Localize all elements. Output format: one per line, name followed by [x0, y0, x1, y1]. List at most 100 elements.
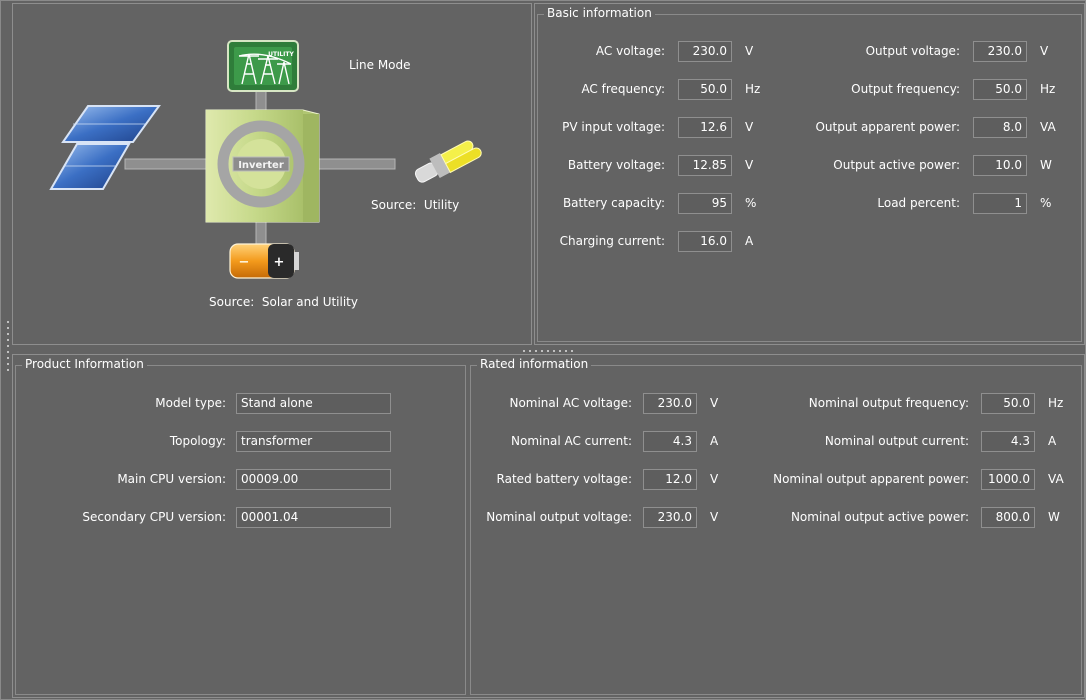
unit-label: Hz [1040, 82, 1056, 96]
field-label: Output voltage: [865, 44, 960, 58]
unit-label: V [745, 120, 754, 134]
product-row: Main CPU version: 00009.00 [13, 469, 413, 491]
nominal-output-active-power-value: 800.0 [981, 507, 1035, 528]
source-bottom-label: Source: Solar and Utility [209, 295, 358, 309]
field-label: Output frequency: [851, 82, 960, 96]
horizontal-splitter-handle[interactable] [521, 349, 577, 353]
field-label: Nominal output voltage: [486, 510, 632, 524]
rated-row: Nominal AC voltage: 230.0 V [470, 393, 760, 415]
field-label: AC voltage: [595, 44, 665, 58]
field-label: Battery voltage: [567, 158, 665, 172]
ac-voltage-value: 230.0 [678, 41, 732, 62]
field-label: Nominal AC current: [511, 434, 632, 448]
topology-value: transformer [236, 431, 391, 452]
basic-row: Output active power: 10.0 W [795, 155, 1085, 177]
field-label: Charging current: [559, 234, 665, 248]
field-label: Nominal output apparent power: [773, 472, 969, 486]
svg-text:−: − [239, 255, 250, 270]
utility-tower-icon: UTILITY [227, 40, 299, 92]
nominal-ac-current-value: 4.3 [643, 431, 697, 452]
bottom-pane: Product Information Model type: Stand al… [12, 354, 1085, 698]
basic-row: Output apparent power: 8.0 VA [795, 117, 1085, 139]
unit-label: A [710, 434, 719, 448]
product-row: Topology: transformer [13, 431, 413, 453]
field-label: PV input voltage: [562, 120, 665, 134]
field-label: Output apparent power: [815, 120, 960, 134]
pv-input-voltage-value: 12.6 [678, 117, 732, 138]
unit-label: Hz [745, 82, 761, 96]
power-flow-pane: UTILITY Inverter + − Line Mode Source: U… [12, 3, 532, 345]
field-label: Battery capacity: [562, 196, 665, 210]
output-active-power-value: 10.0 [973, 155, 1027, 176]
rated-row: Nominal output active power: 800.0 W [760, 507, 1082, 529]
unit-label: W [1040, 158, 1052, 172]
basic-information-group: Basic information [537, 6, 1082, 342]
vertical-splitter-handle[interactable] [6, 319, 10, 375]
battery-icon: + − [229, 243, 299, 279]
ac-frequency-value: 50.0 [678, 79, 732, 100]
source-bottom-value: Solar and Utility [261, 295, 358, 309]
unit-label: V [710, 472, 719, 486]
source-right-label: Source: Utility [371, 198, 459, 212]
field-label: Topology: [169, 434, 226, 448]
unit-label: A [1048, 434, 1057, 448]
field-label: Nominal AC voltage: [509, 396, 632, 410]
basic-row: Load percent: 1 % [795, 193, 1085, 215]
unit-label: Hz [1048, 396, 1064, 410]
source-right-prefix: Source: [371, 198, 417, 212]
light-bulb-icon [414, 140, 482, 183]
nominal-output-frequency-value: 50.0 [981, 393, 1035, 414]
source-bottom-prefix: Source: [209, 295, 255, 309]
field-label: Main CPU version: [117, 472, 226, 486]
product-row: Model type: Stand alone [13, 393, 413, 415]
rated-row: Nominal output current: 4.3 A [760, 431, 1082, 453]
basic-row: Output voltage: 230.0 V [795, 41, 1085, 63]
field-label: Nominal output current: [824, 434, 969, 448]
load-percent-value: 1 [973, 193, 1027, 214]
nominal-output-voltage-value: 230.0 [643, 507, 697, 528]
rated-row: Nominal output apparent power: 1000.0 VA [760, 469, 1082, 491]
unit-label: VA [1048, 472, 1064, 486]
nominal-ac-voltage-value: 230.0 [643, 393, 697, 414]
unit-label: VA [1040, 120, 1056, 134]
rated-battery-voltage-value: 12.0 [643, 469, 697, 490]
unit-label: V [1040, 44, 1049, 58]
output-voltage-value: 230.0 [973, 41, 1027, 62]
ups-monitor-window: UTILITY Inverter + − Line Mode Source: U… [0, 0, 1086, 700]
unit-label: % [745, 196, 757, 210]
basic-row: Battery voltage: 12.85 V [535, 155, 795, 177]
basic-row: Battery capacity: 95 % [535, 193, 795, 215]
solar-panel-icon [49, 105, 161, 190]
field-label: Rated battery voltage: [496, 472, 632, 486]
unit-label: V [745, 158, 754, 172]
inverter-icon: Inverter [205, 109, 320, 223]
basic-information-pane: Basic information AC voltage: 230.0 V AC… [534, 3, 1085, 345]
basic-information-title: Basic information [544, 6, 655, 20]
nominal-output-apparent-power-value: 1000.0 [981, 469, 1035, 490]
field-label: AC frequency: [581, 82, 665, 96]
charging-current-value: 16.0 [678, 231, 732, 252]
field-label: Nominal output active power: [790, 510, 969, 524]
unit-label: A [745, 234, 754, 248]
battery-voltage-value: 12.85 [678, 155, 732, 176]
unit-label: V [710, 510, 719, 524]
basic-row: PV input voltage: 12.6 V [535, 117, 795, 139]
rated-row: Nominal output frequency: 50.0 Hz [760, 393, 1082, 415]
rated-row: Rated battery voltage: 12.0 V [470, 469, 760, 491]
unit-label: V [745, 44, 754, 58]
basic-row: AC frequency: 50.0 Hz [535, 79, 795, 101]
nominal-output-current-value: 4.3 [981, 431, 1035, 452]
product-information-title: Product Information [22, 357, 147, 371]
output-frequency-value: 50.0 [973, 79, 1027, 100]
rated-row: Nominal output voltage: 230.0 V [470, 507, 760, 529]
product-row: Secondary CPU version: 00001.04 [13, 507, 413, 529]
unit-label: W [1048, 510, 1060, 524]
basic-row: Charging current: 16.0 A [535, 231, 795, 253]
rated-information-title: Rated information [477, 357, 592, 371]
basic-row: Output frequency: 50.0 Hz [795, 79, 1085, 101]
unit-label: % [1040, 196, 1052, 210]
svg-text:+: + [274, 255, 285, 270]
field-label: Secondary CPU version: [82, 510, 226, 524]
utility-badge-text: UTILITY [268, 51, 294, 58]
basic-row: AC voltage: 230.0 V [535, 41, 795, 63]
